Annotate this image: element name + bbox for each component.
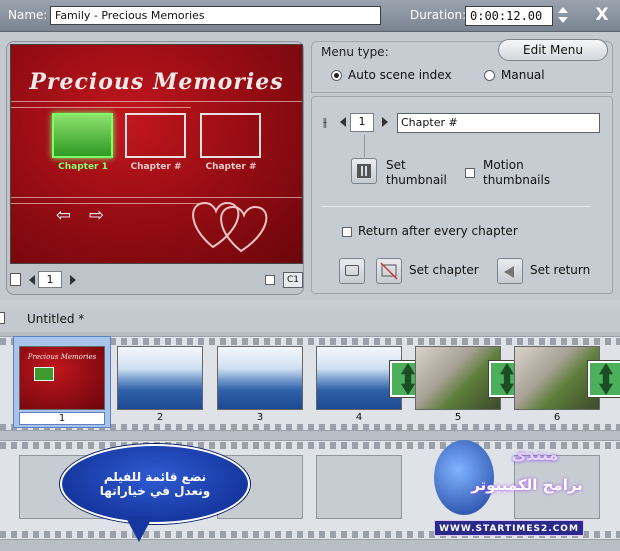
watermark-line-2: برامج الكمبيوتر: [471, 476, 583, 494]
watermark-line-1: منتدى: [511, 445, 559, 464]
motion-thumbnails-checkbox[interactable]: [465, 168, 475, 178]
clip-number-1: 1: [19, 412, 105, 425]
clip-number-2: 2: [156, 412, 164, 423]
auto-scene-radio[interactable]: [331, 70, 342, 81]
page-icon: [10, 273, 21, 286]
return-arrow-icon: [504, 266, 514, 278]
decor-line: [11, 203, 211, 204]
manual-radio[interactable]: [484, 70, 495, 81]
next-page-arrow-icon[interactable]: ⇨: [89, 205, 104, 226]
clip-number-4: 4: [355, 412, 363, 423]
clip-thumb-3[interactable]: [217, 346, 303, 410]
annotation-line-2: ونعدل في خياراتها: [99, 484, 211, 498]
menu-type-label: Menu type:: [321, 45, 389, 59]
chapter-number-field[interactable]: 1: [350, 113, 374, 132]
decor-line: [11, 101, 302, 102]
watermark-site: WWW.STARTIMES2.COM: [434, 520, 584, 536]
chapter-thumb-2[interactable]: [125, 113, 186, 158]
set-return-button[interactable]: [497, 258, 523, 284]
spin-down-icon[interactable]: [558, 17, 568, 23]
empty-slot[interactable]: [316, 455, 402, 519]
spin-up-icon[interactable]: [558, 7, 568, 13]
duration-spinner[interactable]: [556, 5, 570, 27]
project-tab-row: [0, 310, 620, 332]
chapter-next-icon[interactable]: [382, 117, 388, 127]
name-label: Name:: [8, 8, 48, 22]
clip-menu-thumb: [34, 367, 54, 381]
chapter-label-3: Chapter #: [205, 162, 257, 172]
set-return-label: Set return: [530, 263, 591, 277]
annotation-bubble: نضع قائمة للفيلم ونعدل في خياراتها: [60, 444, 250, 524]
chapter-name-field[interactable]: Chapter #: [397, 113, 600, 133]
clip-number-6: 6: [553, 412, 561, 423]
transition-arrows-icon: [598, 363, 614, 395]
chapter-thumb-1[interactable]: [52, 113, 113, 158]
close-button[interactable]: X: [590, 4, 614, 26]
c1-button[interactable]: C1: [283, 272, 303, 288]
duration-label: Duration:: [410, 8, 467, 22]
duration-field[interactable]: 0:00:12.00: [465, 6, 553, 26]
chapter-label-2: Chapter #: [130, 162, 182, 172]
bubble-tail: [125, 516, 153, 542]
set-thumbnail-button[interactable]: [351, 158, 377, 184]
clip-menu-title: Precious Memories: [27, 353, 97, 361]
clip-thumb-1[interactable]: Precious Memories: [19, 346, 105, 410]
auto-scene-label: Auto scene index: [348, 68, 452, 82]
motion-thumbnails-label: Motion thumbnails: [483, 158, 551, 187]
clip-number-3: 3: [256, 412, 264, 423]
page-prev-icon[interactable]: [29, 275, 35, 285]
chapter-marker-button[interactable]: [339, 258, 365, 284]
page-number-field[interactable]: 1: [38, 271, 62, 288]
page-checkbox[interactable]: [265, 275, 275, 285]
transition-icon[interactable]: [588, 361, 620, 397]
annotation-line-1: نضع قائمة للفيلم: [103, 470, 207, 484]
divider: [322, 206, 590, 207]
clip-number-5: 5: [454, 412, 462, 423]
clip-thumb-2[interactable]: [117, 346, 203, 410]
chapter-thumb-3[interactable]: [200, 113, 261, 158]
prev-page-arrow-icon[interactable]: ⇦: [56, 205, 71, 226]
set-chapter-icon: [380, 262, 398, 280]
menu-title[interactable]: Precious Memories: [11, 69, 302, 95]
return-after-label: Return after every chapter: [358, 224, 518, 238]
set-thumbnail-label: Set thumbnail: [386, 158, 447, 187]
chapter-label-1: Chapter 1: [58, 162, 108, 172]
name-field[interactable]: Family - Precious Memories: [50, 6, 381, 25]
project-icon: [0, 312, 5, 324]
set-chapter-button[interactable]: [376, 258, 402, 284]
chapter-prev-icon[interactable]: [340, 117, 346, 127]
hearts-decoration-icon: [192, 201, 268, 253]
film-icon: [357, 164, 371, 178]
return-after-checkbox[interactable]: [342, 227, 352, 237]
decor-line: [11, 107, 191, 108]
menu-preview[interactable]: Precious Memories Chapter 1 Chapter # Ch…: [10, 44, 303, 264]
set-chapter-label: Set chapter: [409, 263, 479, 277]
chapter-link-icon: ⫲: [323, 115, 327, 129]
edit-menu-button[interactable]: Edit Menu: [498, 39, 608, 61]
project-tab[interactable]: Untitled *: [27, 312, 84, 326]
manual-label: Manual: [501, 68, 545, 82]
connector-line: [364, 135, 365, 157]
page-next-icon[interactable]: [70, 275, 76, 285]
speech-icon: [345, 265, 359, 276]
